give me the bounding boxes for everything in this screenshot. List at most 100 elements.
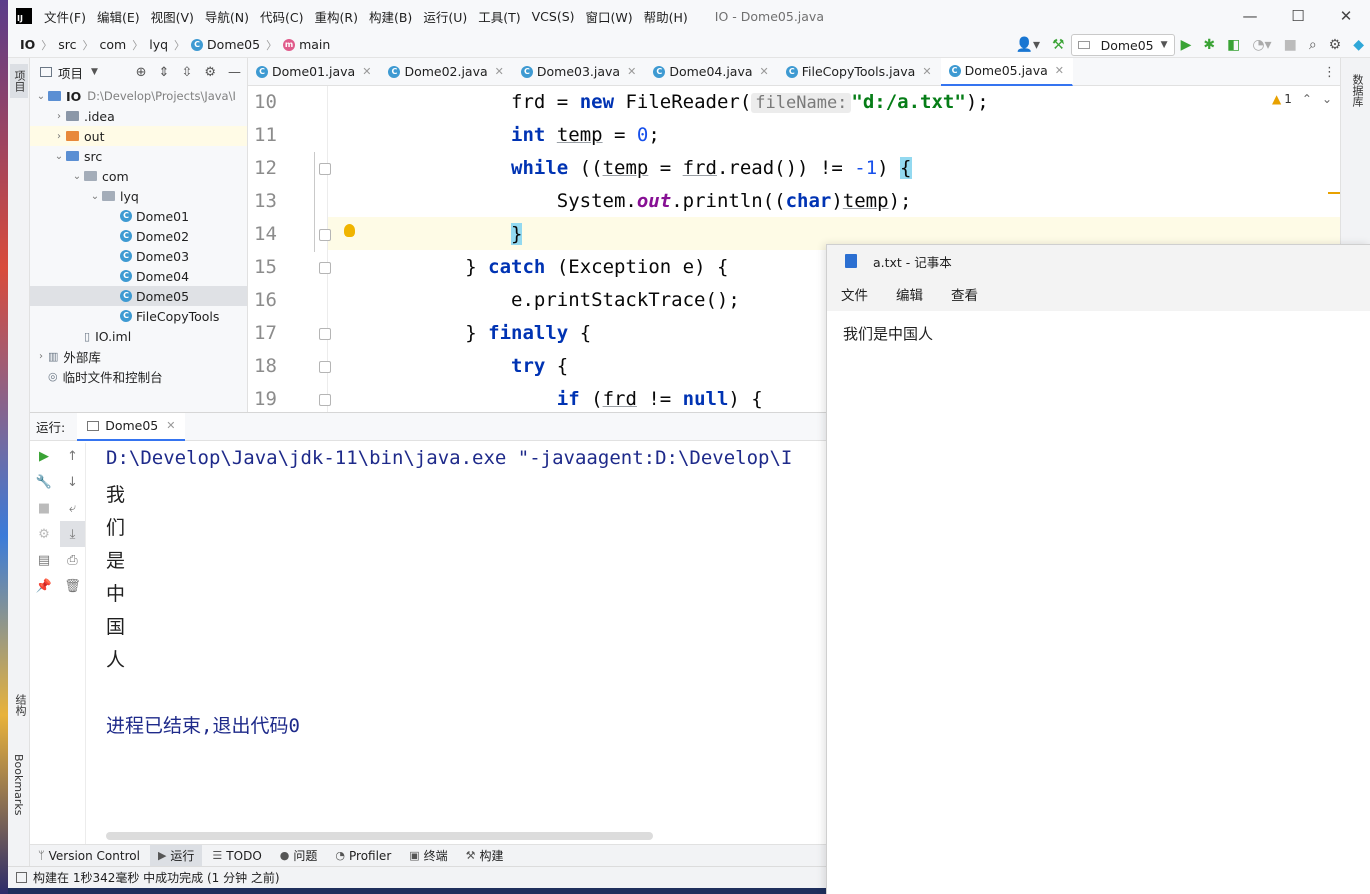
edit-config-wrench-icon[interactable]: 🔧 — [30, 469, 58, 495]
breadcrumb-class[interactable]: Dome05 — [207, 37, 260, 52]
notepad-title-bar[interactable]: a.txt - 记事本 — [827, 245, 1370, 277]
tree-item[interactable]: ⌄ src — [30, 146, 247, 166]
next-highlight-icon[interactable]: ⌄ — [1322, 92, 1332, 106]
expand-all-icon[interactable]: ⇕ — [159, 65, 170, 80]
bookmarks-tool-button[interactable]: Bookmarks — [12, 754, 25, 819]
close-icon[interactable]: ✕ — [362, 65, 371, 78]
tool-windows-toggle-icon[interactable] — [16, 872, 27, 883]
search-icon[interactable]: ⌕ — [1309, 37, 1317, 53]
breadcrumb-method[interactable]: main — [299, 37, 330, 52]
scroll-up-icon[interactable]: ↑ — [60, 443, 85, 469]
breadcrumb-src[interactable]: src — [58, 37, 76, 52]
tree-item[interactable]: C Dome04 — [30, 266, 247, 286]
editor-tab[interactable]: C Dome02.java ✕ — [380, 58, 512, 86]
tree-item[interactable]: ⌄ IO D:\Develop\Projects\Java\I — [30, 86, 247, 106]
pin-icon[interactable]: 📌 — [30, 573, 58, 599]
editor-tab[interactable]: C FileCopyTools.java ✕ — [778, 58, 941, 86]
menu-file[interactable]: 文件(F) — [44, 7, 86, 26]
close-icon[interactable]: ✕ — [922, 65, 931, 78]
chevron-down-icon[interactable]: ⌄ — [88, 191, 102, 202]
build-hammer-icon[interactable]: ⚒ — [1052, 37, 1065, 53]
close-icon[interactable]: ✕ — [760, 65, 769, 78]
inspection-widget[interactable]: ▲ 1 ⌃ ⌄ — [1272, 92, 1332, 106]
minimize-button[interactable]: — — [1226, 7, 1274, 25]
menu-navigate[interactable]: 导航(N) — [205, 7, 249, 26]
close-icon[interactable]: ✕ — [627, 65, 636, 78]
status-message[interactable]: 构建在 1秒342毫秒 中成功完成 (1 分钟 之前) — [33, 869, 280, 886]
database-tool-button[interactable]: 数据库 — [1349, 74, 1365, 111]
menu-run[interactable]: 运行(U) — [423, 7, 467, 26]
notepad-text-area[interactable]: 我们是中国人 — [827, 311, 1370, 356]
chevron-down-icon[interactable]: ⌄ — [34, 91, 48, 102]
jetbrains-toolbox-icon[interactable]: ◆ — [1353, 37, 1364, 53]
stop-icon[interactable]: ■ — [1284, 37, 1297, 53]
tool-tab-run[interactable]: ▶ 运行 — [149, 844, 203, 867]
tree-item[interactable]: C Dome02 — [30, 226, 247, 246]
tool-tab-terminal[interactable]: ▣ 终端 — [401, 845, 455, 867]
previous-highlight-icon[interactable]: ⌃ — [1302, 92, 1312, 106]
tree-item[interactable]: › ▥ 外部库 — [30, 346, 247, 366]
settings-gear-icon[interactable]: ⚙ — [1329, 37, 1342, 53]
debug-icon[interactable]: ✱ — [1203, 37, 1215, 53]
project-tool-button[interactable]: 项目 — [10, 64, 28, 98]
menu-edit[interactable]: 编辑(E) — [97, 7, 140, 26]
close-icon[interactable]: ✕ — [166, 419, 175, 432]
menu-code[interactable]: 代码(C) — [260, 7, 303, 26]
editor-tab[interactable]: C Dome01.java ✕ — [248, 58, 380, 86]
chevron-down-icon[interactable]: ⌄ — [70, 171, 84, 182]
console-output[interactable]: D:\Develop\Java\jdk-11\bin\java.exe "-ja… — [106, 443, 826, 866]
tool-tab-build[interactable]: ⚒ 构建 — [458, 845, 512, 867]
tree-item[interactable]: C Dome05 — [30, 286, 247, 306]
tool-tab-profiler[interactable]: ◔ Profiler — [327, 845, 399, 867]
chevron-right-icon[interactable]: › — [52, 111, 66, 122]
close-button[interactable]: ✕ — [1322, 7, 1370, 25]
scroll-to-end-icon[interactable]: ⤓ — [60, 521, 85, 547]
tool-tab-version-control[interactable]: ᛘ Version Control — [30, 845, 148, 867]
tool-tab-problems[interactable]: ● 问题 — [272, 845, 326, 867]
horizontal-scrollbar[interactable] — [106, 832, 653, 840]
close-icon[interactable]: ✕ — [495, 65, 504, 78]
coverage-icon[interactable]: ◧ — [1227, 37, 1240, 53]
notepad-menu-view[interactable]: 查看 — [951, 284, 978, 304]
tree-item[interactable]: › out — [30, 126, 247, 146]
close-icon[interactable]: ✕ — [1055, 64, 1064, 77]
soft-wrap-icon[interactable]: ⤶ — [60, 495, 85, 521]
run-tab-dome05[interactable]: Dome05 ✕ — [77, 412, 186, 441]
rerun-icon[interactable]: ▶ — [30, 443, 58, 469]
scroll-down-icon[interactable]: ↓ — [60, 469, 85, 495]
tree-item[interactable]: C Dome03 — [30, 246, 247, 266]
print-icon[interactable]: ⎙ — [60, 547, 85, 573]
more-tabs-icon[interactable]: ⋮ — [1323, 58, 1336, 86]
tree-item[interactable]: C Dome01 — [30, 206, 247, 226]
chevron-right-icon[interactable]: › — [34, 351, 48, 362]
tree-item[interactable]: ▯ IO.iml — [30, 326, 247, 346]
user-icon[interactable]: 👤▾ — [1016, 37, 1040, 53]
breadcrumb-project[interactable]: IO — [20, 37, 35, 52]
tree-item[interactable]: C FileCopyTools — [30, 306, 247, 326]
breadcrumb-lyq[interactable]: lyq — [149, 37, 168, 52]
menu-build[interactable]: 构建(B) — [369, 7, 412, 26]
tree-item[interactable]: › .idea — [30, 106, 247, 126]
breadcrumb-com[interactable]: com — [100, 37, 127, 52]
notepad-menu-file[interactable]: 文件 — [841, 284, 868, 304]
menu-view[interactable]: 视图(V) — [151, 7, 194, 26]
tree-item[interactable]: ⌄ com — [30, 166, 247, 186]
editor-tab[interactable]: C Dome03.java ✕ — [513, 58, 645, 86]
layout-icon[interactable]: ▤ — [30, 547, 58, 573]
chevron-down-icon[interactable]: ▼ — [91, 67, 98, 77]
editor-tab[interactable]: C Dome04.java ✕ — [645, 58, 777, 86]
locate-icon[interactable]: ⊕ — [136, 65, 147, 80]
maximize-button[interactable]: ☐ — [1274, 7, 1322, 25]
structure-tool-button[interactable]: 结构 — [12, 694, 28, 720]
menu-help[interactable]: 帮助(H) — [644, 7, 688, 26]
collapse-all-icon[interactable]: ⇳ — [181, 65, 192, 80]
project-panel-title[interactable]: 项目 — [58, 63, 83, 82]
tree-item[interactable]: ⌄ lyq — [30, 186, 247, 206]
warning-stripe-marker[interactable] — [1328, 192, 1340, 194]
tree-item[interactable]: ◎ 临时文件和控制台 — [30, 366, 247, 386]
stop-icon[interactable]: ■ — [30, 495, 58, 521]
menu-vcs[interactable]: VCS(S) — [532, 9, 575, 24]
profile-icon[interactable]: ◔▾ — [1252, 37, 1271, 53]
chevron-down-icon[interactable]: ⌄ — [52, 151, 66, 162]
notepad-menu-edit[interactable]: 编辑 — [896, 284, 923, 304]
